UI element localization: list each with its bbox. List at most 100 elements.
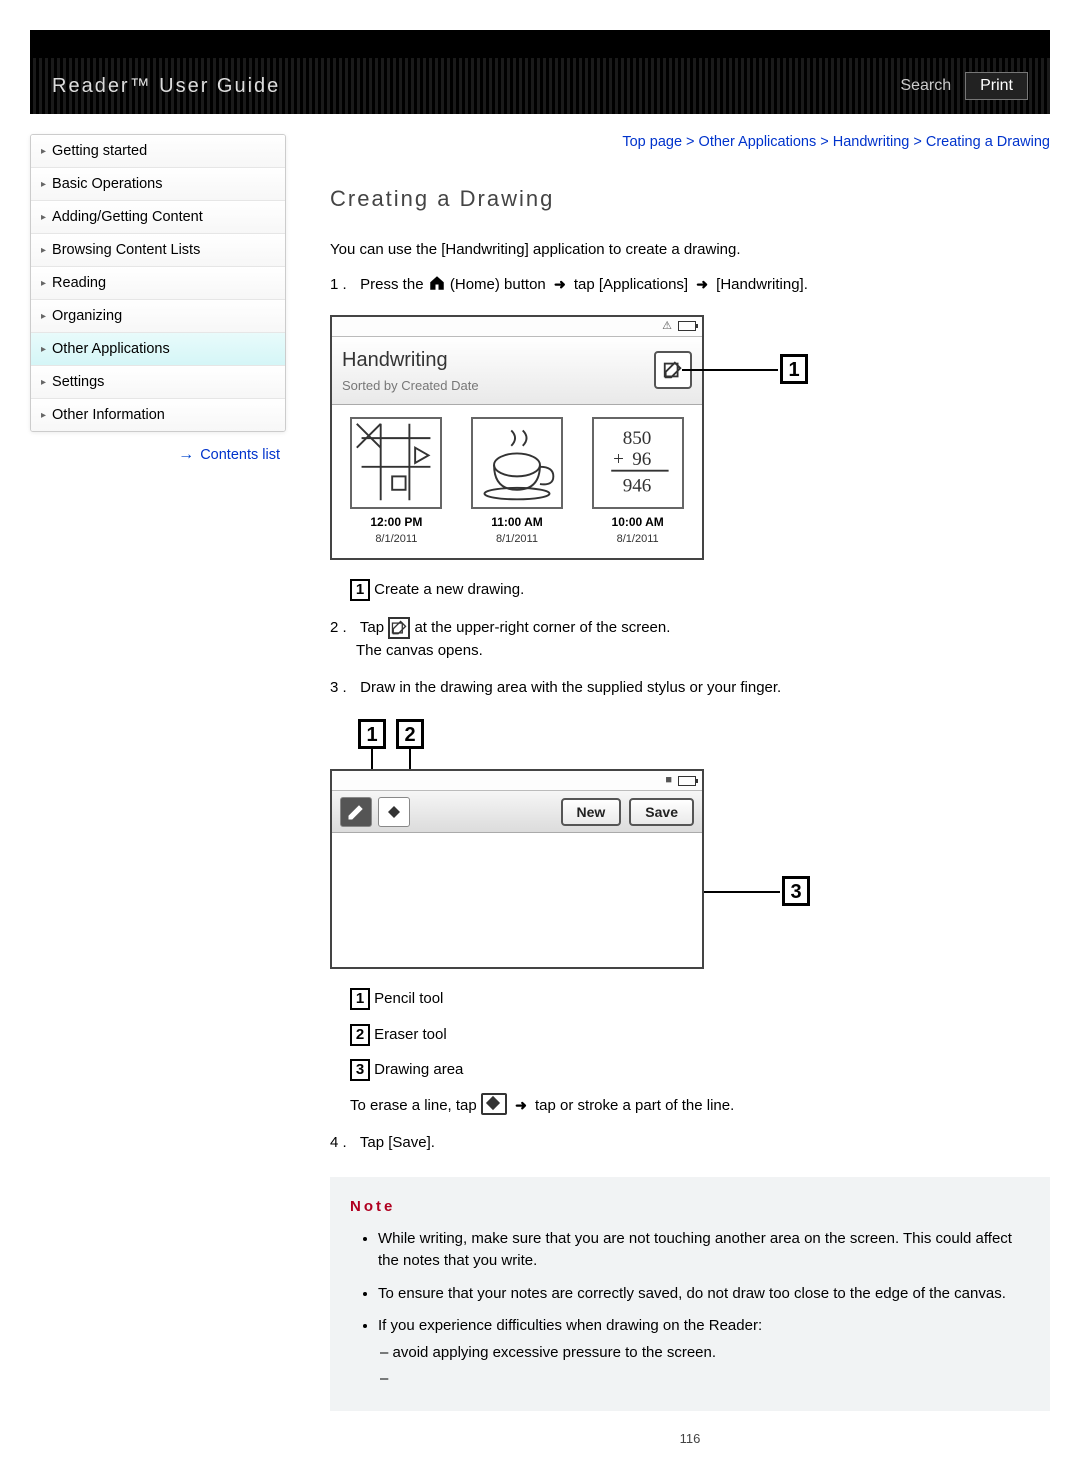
new-drawing-icon [388,617,410,639]
legend-text: Create a new drawing. [374,581,524,598]
callout-number-1: 1 [358,719,386,749]
chevron-right-icon: ▸ [41,311,46,322]
callout-number-3: 3 [782,876,810,906]
sidebar-item-label: Browsing Content Lists [52,242,200,258]
thumb-time: 12:00 PM [350,513,442,532]
chevron-right-icon: ▸ [41,245,46,256]
sidebar-item-basic-operations[interactable]: ▸ Basic Operations [31,168,285,201]
legend-number-3: 3 [350,1059,370,1081]
status-bar: ■ [332,771,702,791]
breadcrumb-top[interactable]: Top page [622,134,682,150]
battery-icon [678,321,696,331]
sidebar-item-label: Other Information [52,407,165,423]
sidebar: ▸Getting started ▸Basic Operations ▸Addi… [30,134,286,1449]
contents-list-link[interactable]: Contents list [200,447,280,463]
legend-pencil: 1 Pencil tool [350,987,1050,1010]
sidebar-item-organizing[interactable]: ▸ Organizing [31,300,285,333]
sidebar-item-label: Getting started [52,143,147,159]
save-button[interactable]: Save [629,798,694,826]
main-content: Top page > Other Applications > Handwrit… [286,134,1050,1449]
chevron-right-icon: ▸ [41,212,46,223]
pencil-tool-button[interactable] [340,797,372,827]
arrow-right-icon: → [178,446,194,463]
sidebar-item-getting-started[interactable]: ▸Getting started [31,135,285,168]
note-sub: – [378,1368,1030,1391]
breadcrumb-l2[interactable]: Handwriting [833,134,910,150]
note-box: Note While writing, make sure that you a… [330,1177,1050,1411]
sidebar-item-other-applications[interactable]: ▸ Other Applications [31,333,285,366]
svg-text:946: 946 [622,475,651,496]
note-item: To ensure that your notes are correctly … [378,1283,1030,1306]
new-button[interactable]: New [561,798,622,826]
chevron-right-icon: ▸ [41,344,46,355]
thumb-time: 11:00 AM [471,513,563,532]
step-text: To erase a line, tap [350,1097,477,1114]
legend-number-1: 1 [350,579,370,601]
thumb-date: 8/1/2011 [471,531,563,548]
svg-text:850: 850 [622,428,651,449]
drawing-thumb[interactable]: 11:00 AM 8/1/2011 [471,417,563,549]
step-text: Tap [360,619,384,636]
step-text: Press the [360,276,423,293]
sidebar-item-label: Adding/Getting Content [52,209,203,225]
intro-text: You can use the [Handwriting] applicatio… [330,238,1050,261]
legend-number-2: 2 [350,1024,370,1046]
legend-text: Drawing area [374,1061,463,1078]
canvas-screenshot: 1 2 ■ [330,719,1050,969]
sidebar-item-label: Reading [52,275,106,291]
thumb-time: 10:00 AM [592,513,684,532]
step-text: tap [Applications] [574,276,688,293]
step-4: 4 . Tap [Save]. [330,1131,1050,1154]
app-title: Reader™ User Guide [52,75,280,98]
screen-title-block: Handwriting Sorted by Created Date [342,345,479,396]
svg-text:+: + [613,449,624,470]
print-button[interactable]: Print [965,72,1028,100]
breadcrumb-l1[interactable]: Other Applications [699,134,817,150]
status-bar: ⚠ [332,317,702,337]
handwriting-list-screenshot: ⚠ Handwriting Sorted by Created Date [330,315,1050,561]
sidebar-item-label: Other Applications [52,341,170,357]
chevron-right-icon: ▸ [41,179,46,190]
arrow-right-icon: ➜ [550,276,570,292]
contents-list-row: → Contents list [30,432,286,464]
sidebar-item-adding-content[interactable]: ▸ Adding/Getting Content [31,201,285,234]
step-text: (Home) button [450,276,546,293]
arrow-right-icon: ➜ [511,1097,531,1113]
callout-line [682,369,778,371]
step-text: Tap [Save]. [360,1134,435,1151]
step-2: 2 . Tap at the upper-right corner of the… [330,616,1050,663]
note-text: If you experience difficulties when draw… [378,1317,762,1334]
eraser-tool-button[interactable] [378,797,410,827]
sidebar-item-other-information[interactable]: ▸Other Information [31,399,285,431]
sidebar-item-label: Basic Operations [52,176,162,192]
sidebar-item-browsing[interactable]: ▸ Browsing Content Lists [31,234,285,267]
drawing-thumb[interactable]: 12:00 PM 8/1/2011 [350,417,442,549]
home-icon [428,274,446,300]
callout-line [704,891,780,893]
chevron-right-icon: ▸ [41,278,46,289]
page-title: Creating a Drawing [330,186,1050,212]
breadcrumb: Top page > Other Applications > Handwrit… [330,134,1050,150]
screen-subtitle: Sorted by Created Date [342,376,479,396]
wifi-off-icon: ⚠ [662,318,672,335]
step-text: at the upper-right corner of the screen. [414,619,670,636]
sidebar-item-reading[interactable]: ▸ Reading [31,267,285,300]
breadcrumb-l3[interactable]: Creating a Drawing [926,134,1050,150]
screen-title: Handwriting [342,345,479,376]
sidebar-item-label: Settings [52,374,104,390]
sidebar-item-settings[interactable]: ▸Settings [31,366,285,399]
drawing-thumb[interactable]: 850+96 946 10:00 AM 8/1/2011 [592,417,684,549]
legend-eraser: 2 Eraser tool [350,1023,1050,1046]
step-text: tap or stroke a part of the line. [535,1097,734,1114]
search-label[interactable]: Search [900,77,951,95]
sidebar-item-label: Organizing [52,308,122,324]
eraser-icon [481,1093,507,1115]
thumb-date: 8/1/2011 [592,531,684,548]
step-1: 1 . Press the (Home) button ➜ tap [Appli… [330,273,1050,601]
legend-area: 3 Drawing area [350,1058,1050,1081]
svg-text:96: 96 [632,449,651,470]
step-3: 3 . Draw in the drawing area with the su… [330,676,1050,1117]
erase-instruction: To erase a line, tap ➜ tap or stroke a p… [350,1093,1050,1117]
legend-create-new: 1 Create a new drawing. [350,578,1050,601]
header-bar: Reader™ User Guide Search Print [30,30,1050,114]
